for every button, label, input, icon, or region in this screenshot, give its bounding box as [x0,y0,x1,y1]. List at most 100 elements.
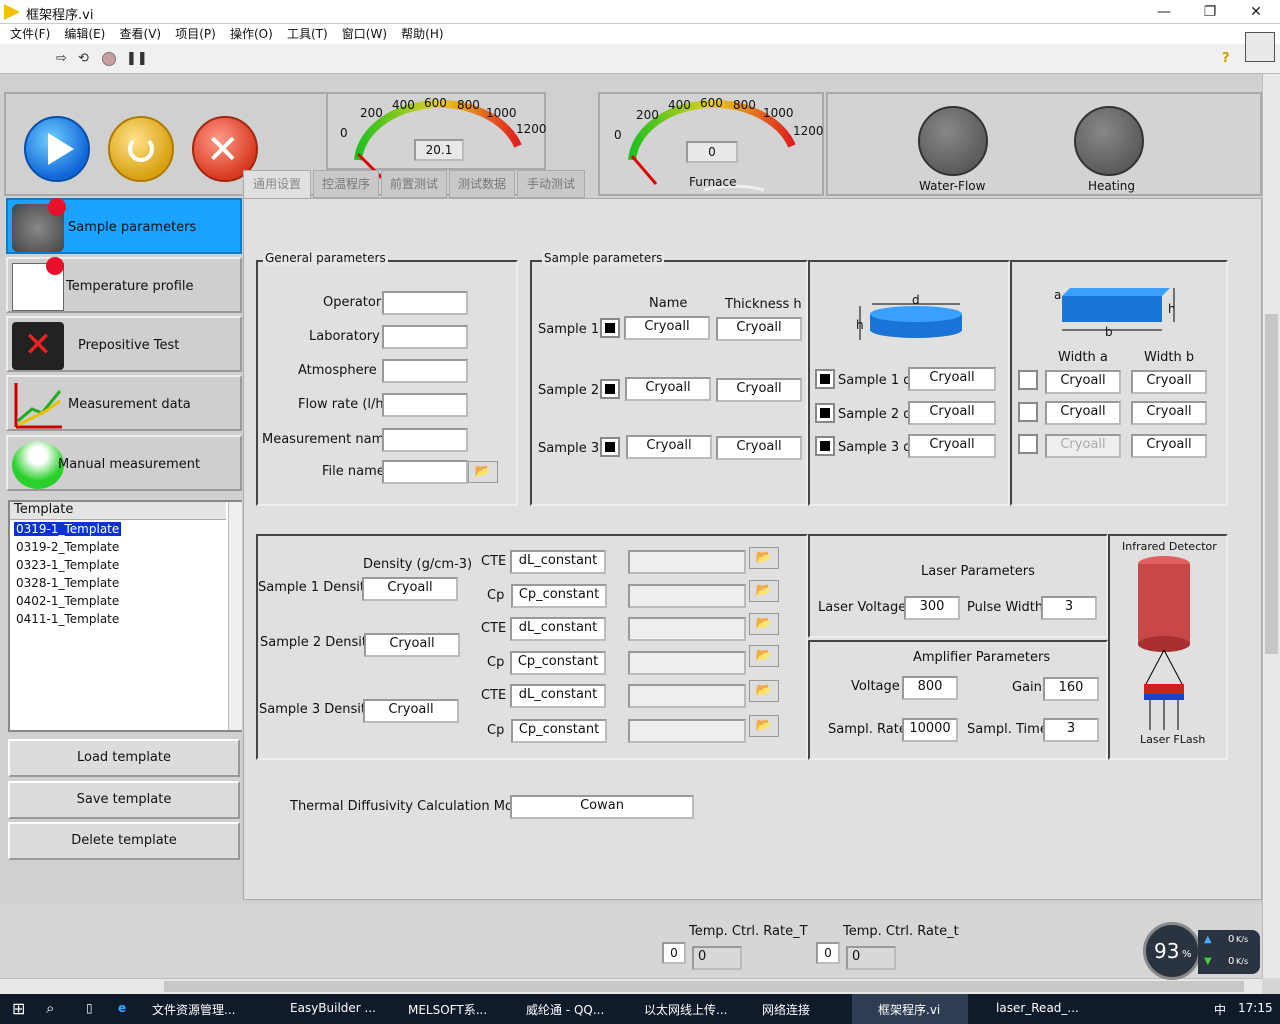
rect-2-width-a[interactable]: Cryoall [1045,401,1121,425]
cte-3-browse-button[interactable]: 📂 [749,680,779,702]
rect-1-checkbox[interactable] [1018,370,1038,390]
sample-3-d-checkbox[interactable] [815,436,835,456]
sample-time-input[interactable]: 3 [1043,718,1099,742]
rect-3-checkbox[interactable] [1018,434,1038,454]
sample-2-checkbox[interactable] [600,379,620,399]
sample-1-density[interactable]: Cryoall [362,577,458,601]
tablet-icon[interactable]: ▯ [86,1001,93,1015]
sample-1-name[interactable]: Cryoall [624,316,710,340]
sidebar-item-prepositive-test[interactable]: ✕ Prepositive Test [6,316,242,372]
sample-1-d-checkbox[interactable] [815,369,835,389]
menu-operate[interactable]: 操作(O) [230,24,273,44]
browse-folder-button[interactable]: 📂 [468,461,498,483]
menu-help[interactable]: 帮助(H) [401,24,443,44]
template-list[interactable]: Template 0319-1_Template 0319-2_Template… [8,500,242,732]
maximize-button[interactable]: ❐ [1187,2,1233,22]
cp-1-input[interactable]: Cp_constant [511,584,607,608]
file-name-input[interactable] [382,460,468,484]
taskbar-app-labview[interactable]: 框架程序.vi [878,1001,940,1018]
rect-3-width-a[interactable]: Cryoall [1045,434,1121,458]
measurement-name-input[interactable] [382,428,468,452]
menu-file[interactable]: 文件(F) [10,24,50,44]
load-template-button[interactable]: Load template [8,739,240,777]
sample-2-d-checkbox[interactable] [815,403,835,423]
rate-T-stepper[interactable]: 0 [662,942,686,964]
ime-indicator[interactable]: 中 [1214,1001,1226,1018]
sample-2-thickness[interactable]: Cryoall [716,378,802,402]
help-icon[interactable]: ? [1222,51,1230,66]
cp-1-path[interactable] [628,584,746,608]
cte-1-path[interactable] [628,550,746,574]
laboratory-input[interactable] [382,325,468,349]
taskbar-app-easybuilder[interactable]: EasyBuilder ... [290,1001,376,1015]
tab-temp-control[interactable]: 控温程序 [313,170,379,198]
taskbar-app-network[interactable]: 网络连接 [762,1001,810,1018]
rect-2-checkbox[interactable] [1018,402,1038,422]
sample-3-d-input[interactable]: Cryoall [908,434,996,458]
horizontal-scrollbar[interactable] [0,978,1262,994]
rect-3-width-b[interactable]: Cryoall [1131,434,1207,458]
power-button[interactable] [108,116,174,182]
clock[interactable]: 17:15 [1238,1001,1273,1015]
cp-3-path[interactable] [628,719,746,743]
pulse-width-input[interactable]: 3 [1041,596,1097,620]
laser-voltage-input[interactable]: 300 [904,596,960,620]
sample-1-checkbox[interactable] [600,318,620,338]
list-scrollbar[interactable] [228,502,242,730]
list-item[interactable]: 0319-2_Template [14,540,121,554]
sample-3-thickness[interactable]: Cryoall [716,436,802,460]
save-template-button[interactable]: Save template [8,781,240,819]
sidebar-item-measurement-data[interactable]: Measurement data [6,375,242,431]
menu-project[interactable]: 项目(P) [175,24,216,44]
cp-3-input[interactable]: Cp_constant [511,719,607,743]
sample-2-density[interactable]: Cryoall [364,633,460,657]
cte-1-input[interactable]: dL_constant [510,550,606,574]
cp-2-path[interactable] [628,651,746,675]
minimize-button[interactable]: — [1141,2,1187,22]
list-item[interactable]: 0411-1_Template [14,612,121,626]
cp-2-browse-button[interactable]: 📂 [749,645,779,667]
cp-1-browse-button[interactable]: 📂 [749,580,779,602]
list-item[interactable]: 0323-1_Template [14,558,121,572]
run-button[interactable] [24,116,90,182]
flow-rate-input[interactable] [382,393,468,417]
sample-3-name[interactable]: Cryoall [626,435,712,459]
tab-manual-test[interactable]: 手动测试 [517,170,585,198]
menu-edit[interactable]: 编辑(E) [64,24,105,44]
atmosphere-input[interactable] [382,359,468,383]
rect-2-width-b[interactable]: Cryoall [1131,401,1207,425]
edge-icon[interactable]: e [118,1001,126,1015]
rect-1-width-b[interactable]: Cryoall [1131,370,1207,394]
list-item[interactable]: 0402-1_Template [14,594,121,608]
cte-3-input[interactable]: dL_constant [510,684,606,708]
run-arrow-icon[interactable]: ⇨ [56,51,67,66]
sample-1-d-input[interactable]: Cryoall [908,367,996,391]
cte-3-path[interactable] [628,684,746,708]
sidebar-item-manual-measurement[interactable]: Manual measurement [6,435,242,491]
abort-icon[interactable] [102,52,116,66]
taskbar-app-explorer[interactable]: 文件资源管理... [152,1001,235,1018]
sample-2-d-input[interactable]: Cryoall [908,401,996,425]
performance-gauge[interactable]: 93 % [1143,922,1201,980]
taskbar-app-laser-read[interactable]: laser_Read_... [996,1001,1079,1015]
cte-2-path[interactable] [628,617,746,641]
menu-view[interactable]: 查看(V) [120,24,162,44]
list-item[interactable]: 0328-1_Template [14,576,121,590]
sample-rate-input[interactable]: 10000 [902,718,958,742]
sample-3-density[interactable]: Cryoall [363,699,459,723]
cte-1-browse-button[interactable]: 📂 [749,547,779,569]
sample-2-name[interactable]: Cryoall [625,377,711,401]
windows-start-icon[interactable]: ⊞ [12,999,25,1018]
vertical-scrollbar[interactable] [1262,74,1280,978]
search-icon[interactable]: ⌕ [46,999,54,1017]
taskbar-app-browser[interactable]: 威纶通 - QQ... [526,1001,604,1018]
gain-input[interactable]: 160 [1043,677,1099,701]
amp-voltage-input[interactable]: 800 [902,676,958,700]
tab-general[interactable]: 通用设置 [243,170,311,200]
rect-1-width-a[interactable]: Cryoall [1045,370,1121,394]
run-continuously-icon[interactable]: ⟲ [78,51,89,66]
menu-window[interactable]: 窗口(W) [342,24,387,44]
taskbar-app-word[interactable]: 以太网线上传... [644,1001,727,1018]
sample-1-thickness[interactable]: Cryoall [716,317,802,341]
model-select[interactable]: Cowan [510,795,694,819]
